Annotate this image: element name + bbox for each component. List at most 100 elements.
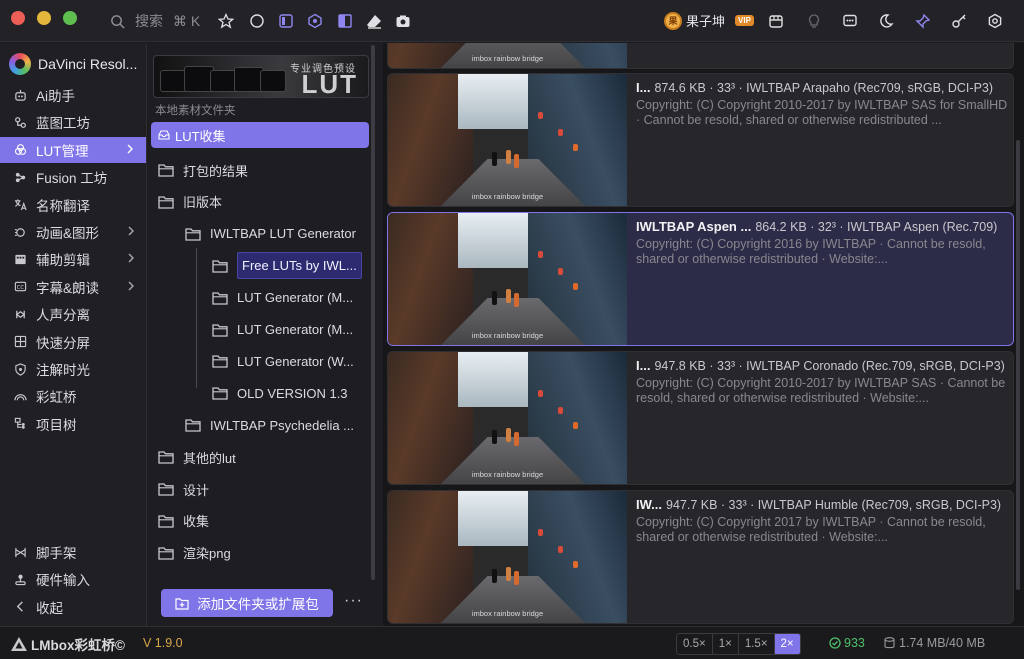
- user-profile[interactable]: 果 果子坤 VIP: [664, 11, 754, 30]
- sidebar-item-label: Ai助手: [36, 89, 76, 104]
- folder-item[interactable]: 其他的lut: [158, 443, 236, 471]
- split-panel-icon[interactable]: [277, 12, 295, 30]
- pin-icon[interactable]: [914, 12, 932, 30]
- zoom-option-2x[interactable]: 2×: [774, 634, 800, 654]
- lut-meta: 864.2 KB · 32³ · IWLTBAP Aspen (Rec.709): [755, 220, 998, 234]
- folder-item[interactable]: LUT Generator (M...: [212, 284, 353, 312]
- sidebar-item-collapse[interactable]: 收起: [0, 594, 147, 620]
- sidebar-item-label: 项目树: [36, 417, 77, 433]
- eraser-icon[interactable]: [365, 12, 383, 30]
- folder-item[interactable]: 设计: [158, 475, 209, 503]
- zoom-option-1x[interactable]: 1×: [713, 634, 739, 654]
- settings-icon[interactable]: [986, 12, 1004, 30]
- more-options-button[interactable]: ···: [344, 592, 363, 610]
- sidebar-item-color-circles[interactable]: LUT管理: [0, 136, 146, 163]
- star-icon[interactable]: [217, 12, 235, 30]
- sidebar-item-blueprint[interactable]: 蓝图工坊: [0, 109, 147, 135]
- chevron-right-icon: [127, 144, 133, 154]
- sidebar-item-animation[interactable]: 动画&图形: [0, 219, 147, 245]
- folder-item[interactable]: 旧版本: [158, 188, 222, 216]
- lut-thumbnail: imbox rainbow bridge: [388, 491, 627, 623]
- sidebar-item-label: 人声分离: [36, 308, 90, 324]
- sidebar-item-grid[interactable]: 快速分屏: [0, 329, 147, 355]
- lut-count-value: 933: [844, 636, 865, 650]
- folder-icon: [158, 514, 174, 528]
- app-selector[interactable]: DaVinci Resol...: [9, 53, 137, 75]
- app-title: DaVinci Resol...: [38, 56, 138, 72]
- zoom-window-button[interactable]: [63, 11, 77, 25]
- animation-icon: [12, 224, 28, 240]
- store-icon[interactable]: [767, 12, 785, 30]
- main-sidebar: DaVinci Resol... Ai助手蓝图工坊 LUT管理 Fusion 工坊名…: [0, 43, 147, 626]
- thumbnail-caption: imbox rainbow bridge: [471, 331, 544, 340]
- folder-item[interactable]: LUT Generator (M...: [212, 316, 353, 344]
- folder-label: IWLTBAP Psychedelia ...: [210, 417, 355, 433]
- sidebar-item-note[interactable]: 注解时光: [0, 356, 147, 382]
- folder-item[interactable]: LUT Generator (W...: [212, 347, 354, 375]
- chevron-right-icon: [128, 226, 134, 236]
- add-folder-button[interactable]: 添加文件夹或扩展包: [161, 589, 333, 617]
- sidebar-item-tree[interactable]: 项目树: [0, 411, 147, 437]
- folder-label: OLD VERSION 1.3: [237, 385, 348, 401]
- minimize-window-button[interactable]: [37, 11, 51, 25]
- folder-label: 打包的结果: [183, 163, 249, 179]
- sidebar-item-translate[interactable]: 名称翻译: [0, 192, 147, 218]
- lut-card[interactable]: imbox rainbow bridge I... 874.6 KB · 33³ ·…: [387, 73, 1014, 207]
- folder-item[interactable]: OLD VERSION 1.3: [212, 379, 348, 407]
- folder-item[interactable]: IWLTBAP Psychedelia ...: [185, 411, 354, 439]
- sidebar-item-rainbow[interactable]: 彩虹桥: [0, 383, 147, 409]
- sidebar-item-film[interactable]: 辅助剪辑: [0, 246, 147, 272]
- joystick-icon: [12, 571, 28, 587]
- sidebar-item-label: Fusion 工坊: [36, 171, 108, 187]
- camera-icon[interactable]: [394, 12, 412, 30]
- sidebar-item-label: 名称翻译: [36, 198, 90, 214]
- close-window-button[interactable]: [11, 11, 25, 25]
- folder-item[interactable]: IWLTBAP LUT Generator: [185, 220, 356, 248]
- folder-item[interactable]: 收集: [158, 507, 209, 535]
- compare-icon[interactable]: [336, 12, 354, 30]
- sidebar-item-label: 快速分屏: [36, 335, 90, 351]
- tree-scrollbar[interactable]: [371, 45, 375, 580]
- sidebar-item-vocal[interactable]: 人声分离: [0, 301, 147, 327]
- hexagon-icon[interactable]: [306, 12, 324, 30]
- sidebar-item-robot[interactable]: Ai助手: [0, 82, 147, 108]
- caption-icon: CC: [12, 279, 28, 295]
- collapse-icon: [12, 599, 28, 615]
- folder-item[interactable]: 渲染png: [158, 539, 231, 567]
- lut-card-partial[interactable]: imbox rainbow bridge: [387, 43, 1014, 69]
- circle-icon[interactable]: [248, 12, 266, 30]
- list-scrollbar[interactable]: [1016, 140, 1020, 590]
- folder-item-selected[interactable]: Free LUTs by IWL...: [212, 252, 362, 280]
- thumbnail-caption: imbox rainbow bridge: [471, 54, 544, 63]
- key-icon[interactable]: [950, 12, 968, 30]
- moon-icon[interactable]: [877, 12, 895, 30]
- folder-root-lut-collection[interactable]: LUT收集: [151, 122, 369, 148]
- lut-card[interactable]: imbox rainbow bridge I... 947.8 KB · 33³ ·…: [387, 351, 1014, 485]
- lut-description: Copyright: (C) Copyright 2017 by IWLTBAP…: [636, 515, 986, 544]
- sidebar-item-scaffold[interactable]: 脚手架: [0, 539, 147, 565]
- sidebar-item-fusion[interactable]: Fusion 工坊: [0, 164, 147, 190]
- chevron-right-icon: [128, 253, 134, 263]
- sidebar-item-caption[interactable]: CC 字幕&朗读: [0, 274, 147, 300]
- search-field[interactable]: 搜索 ⌘ K: [110, 10, 200, 32]
- lut-name: I...: [636, 358, 651, 373]
- folder-item[interactable]: 打包的结果: [158, 156, 248, 184]
- tree-icon: [12, 416, 28, 432]
- lut-banner[interactable]: 专业调色预设 LUT: [153, 55, 369, 98]
- lightbulb-icon[interactable]: [805, 12, 823, 30]
- search-placeholder: 搜索: [135, 13, 163, 29]
- lut-thumbnail: imbox rainbow bridge: [388, 74, 627, 206]
- memory-value: 1.74 MB/40 MB: [899, 636, 986, 650]
- lut-card-selected[interactable]: imbox rainbow bridge IWLTBAP Aspen ... 864…: [387, 212, 1014, 346]
- sidebar-item-label: 字幕&朗读: [36, 280, 100, 296]
- folder-label: LUT Generator (M...: [237, 322, 354, 337]
- lut-card[interactable]: imbox rainbow bridge IW... 947.7 KB · 33³ …: [387, 490, 1014, 624]
- zoom-option-1-5x[interactable]: 1.5×: [739, 634, 775, 654]
- sidebar-item-label: 脚手架: [36, 546, 77, 561]
- lut-name: I...: [636, 80, 651, 95]
- message-icon[interactable]: [841, 12, 859, 30]
- lut-name: IW...: [636, 497, 662, 512]
- zoom-option-0-5x[interactable]: 0.5×: [677, 634, 713, 654]
- sidebar-item-joystick[interactable]: 硬件输入: [0, 566, 147, 592]
- lut-meta: 874.6 KB · 33³ · IWLTBAP Arapaho (Rec709…: [654, 81, 994, 95]
